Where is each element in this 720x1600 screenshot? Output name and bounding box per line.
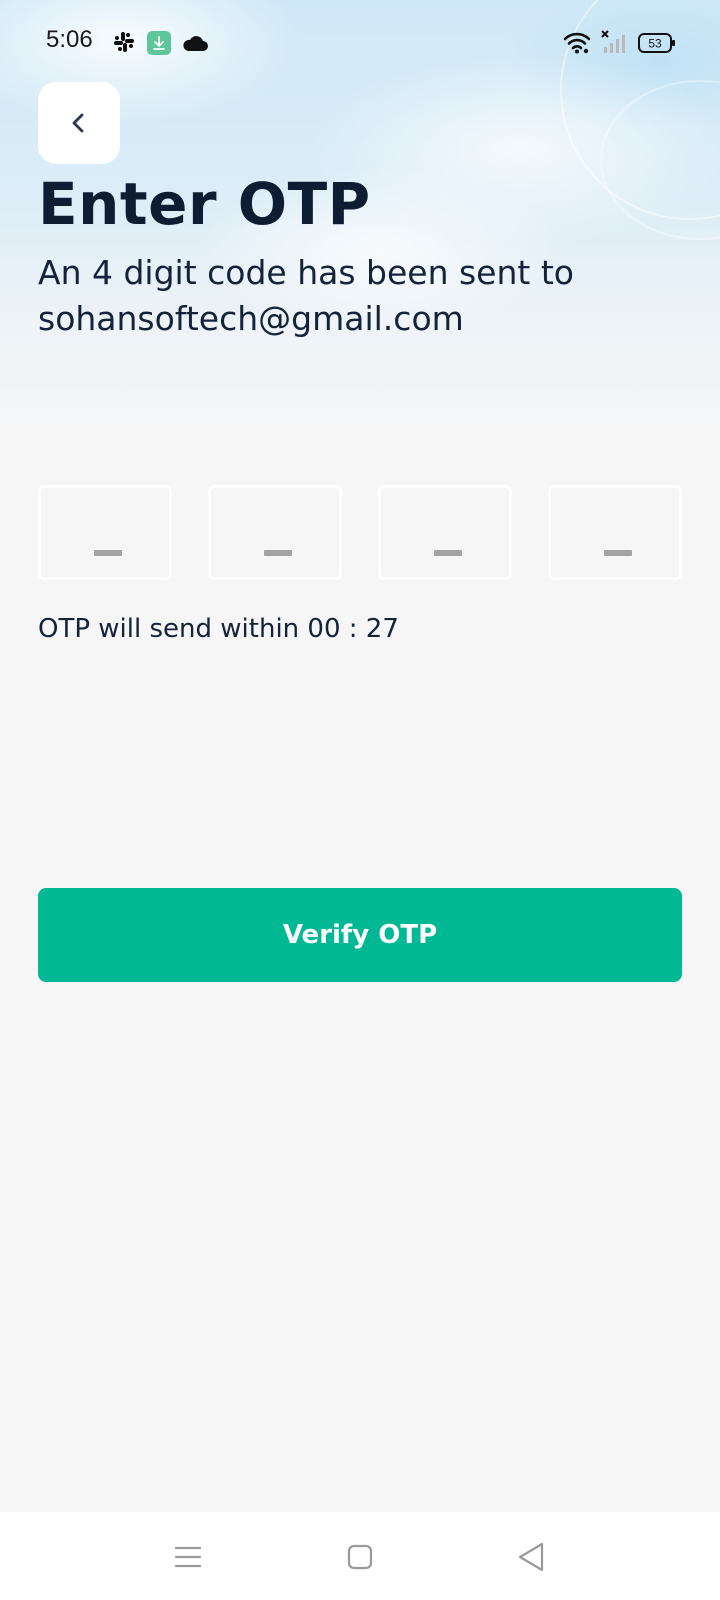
otp-input-row [38,485,682,580]
otp-digit-3[interactable] [378,485,512,580]
battery-icon: 53 [638,33,675,53]
system-nav-bar [0,1512,720,1600]
download-icon [147,31,171,55]
otp-digit-2[interactable] [208,485,342,580]
slack-icon [114,32,134,52]
chevron-left-icon [72,113,84,133]
otp-sent-message: An 4 digit code has been sent to sohanso… [38,253,574,338]
status-bar: 5:06 53 [0,0,720,88]
signal-icon [601,30,625,53]
otp-placeholder-dash [94,550,122,556]
battery-level: 53 [648,37,662,51]
verify-otp-button[interactable]: Verify OTP [38,888,682,982]
otp-placeholder-dash [434,550,462,556]
back-button[interactable] [38,82,120,164]
home-square-icon[interactable] [342,1539,378,1575]
otp-placeholder-dash [604,550,632,556]
wifi-icon [563,32,591,54]
otp-digit-1[interactable] [38,485,172,580]
otp-screen: 5:06 53 Enter OTP An 4 digit code has be… [0,0,720,1600]
menu-icon[interactable] [170,1539,206,1575]
otp-digit-4[interactable] [548,485,682,580]
resend-timer: OTP will send within 00 : 27 [38,614,399,644]
cloud-icon [183,36,208,51]
page-title: Enter OTP [38,170,371,238]
status-time: 5:06 [46,26,93,53]
otp-placeholder-dash [264,550,292,556]
back-triangle-icon[interactable] [514,1539,550,1575]
